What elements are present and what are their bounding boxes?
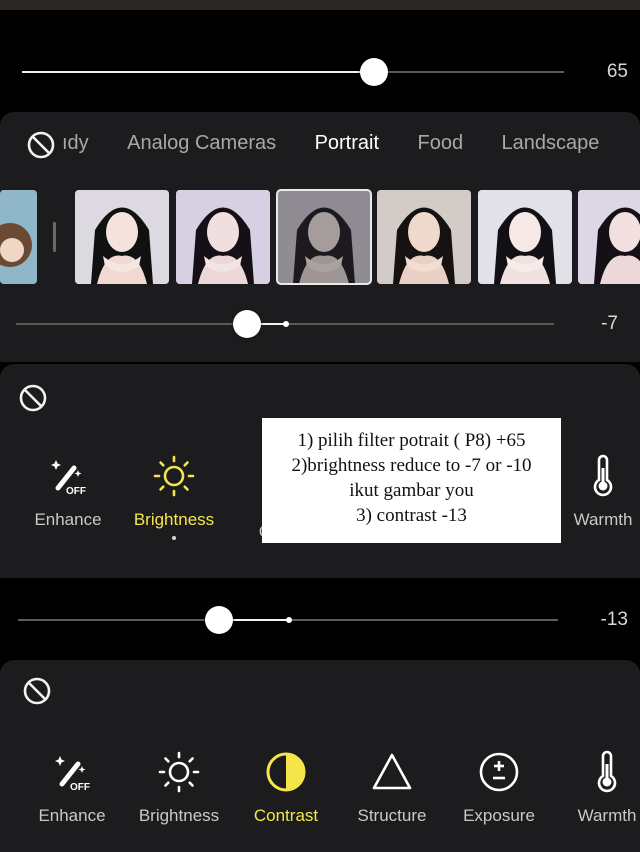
tool-label: Contrast (253, 806, 319, 825)
tool-warmth[interactable]: Warmth (552, 750, 640, 826)
tool-label: Structure (357, 806, 427, 825)
thermometer-icon (593, 454, 613, 497)
slider-knob[interactable] (360, 58, 388, 86)
contrast-slider[interactable]: -13 (0, 605, 640, 635)
tab-study[interactable]: ıdy (62, 132, 89, 155)
reset-icon[interactable] (18, 383, 48, 413)
sun-icon (158, 751, 200, 793)
sun-icon (153, 455, 195, 497)
svg-text:OFF: OFF (70, 782, 90, 793)
tool-exposure[interactable]: Exposure (444, 750, 554, 826)
photo-edge (0, 0, 640, 10)
tool-brightness[interactable]: Brightness (124, 750, 234, 826)
tab-portrait[interactable]: Portrait (315, 132, 379, 155)
filter-thumbnail-prev[interactable] (0, 190, 37, 284)
contrast-slider-area: -13 (0, 578, 640, 660)
tool-structure[interactable]: Structure (337, 750, 447, 826)
filter-thumbnail[interactable] (75, 190, 169, 284)
no-filter-icon[interactable] (26, 130, 56, 160)
magic-wand-off-icon: OFF (55, 756, 90, 793)
tool-label: Enhance (34, 510, 102, 529)
filter-thumbnail-selected[interactable] (276, 189, 372, 285)
filter-thumbnail[interactable] (377, 190, 471, 284)
filter-thumbnail[interactable] (478, 190, 572, 284)
tool-contrast[interactable]: C (191, 454, 271, 542)
brightness-slider[interactable]: -7 (0, 309, 640, 339)
slider-value: 65 (606, 61, 628, 82)
thumbnail-divider (53, 222, 56, 252)
svg-text:OFF: OFF (66, 486, 86, 497)
tool-warmth[interactable]: Warmth (548, 454, 640, 530)
tool-label: Warmth (577, 806, 637, 825)
tab-landscape[interactable]: Landscape (502, 132, 600, 155)
filter-thumbnail[interactable] (176, 190, 270, 284)
filter-intensity-area: 65 (0, 10, 640, 110)
thermometer-icon (597, 750, 617, 793)
reset-icon[interactable] (22, 676, 52, 706)
adjust-tools-panel-2: OFF Enhance Brightness Contrast Structur… (0, 660, 640, 852)
slider-value: -13 (600, 609, 628, 630)
note-line: 2)brightness reduce to -7 or -10 (291, 455, 532, 476)
tool-enhance[interactable]: OFF Enhance (13, 454, 123, 530)
tool-label: C (191, 522, 271, 542)
note-line: 3) contrast -13 (356, 505, 467, 526)
slider-knob[interactable] (233, 310, 261, 338)
note-line: ikut gambar you (349, 480, 474, 501)
slider-fill (22, 71, 374, 73)
slider-zero-marker (283, 321, 289, 327)
magic-wand-off-icon: OFF (51, 460, 86, 497)
tool-label: Brightness (138, 806, 220, 825)
triangle-icon (372, 753, 412, 790)
slider-knob[interactable] (205, 606, 233, 634)
tool-contrast[interactable]: Contrast (231, 750, 341, 826)
tool-label: Enhance (38, 806, 106, 825)
tool-label: Exposure (463, 806, 535, 825)
filter-category-tabs: ıdy Analog Cameras Portrait Food Landsca… (62, 132, 640, 162)
exposure-icon (479, 752, 519, 792)
slider-value: -7 (601, 313, 618, 334)
filter-thumbnail[interactable] (578, 190, 640, 284)
tool-label: Warmth (573, 510, 633, 529)
contrast-icon (266, 752, 306, 792)
filter-intensity-slider[interactable]: 65 (0, 57, 640, 87)
filter-thumbnail-strip (0, 189, 640, 286)
instruction-note: 1) pilih filter potrait ( P8) +65 2)brig… (262, 418, 561, 543)
filter-panel: ıdy Analog Cameras Portrait Food Landsca… (0, 112, 640, 362)
note-line: 1) pilih filter potrait ( P8) +65 (297, 430, 526, 451)
tool-enhance[interactable]: OFF Enhance (17, 750, 127, 826)
slider-zero-marker (286, 617, 292, 623)
tab-food[interactable]: Food (417, 132, 463, 155)
selected-indicator (172, 536, 176, 540)
tab-analog-cameras[interactable]: Analog Cameras (127, 132, 276, 155)
